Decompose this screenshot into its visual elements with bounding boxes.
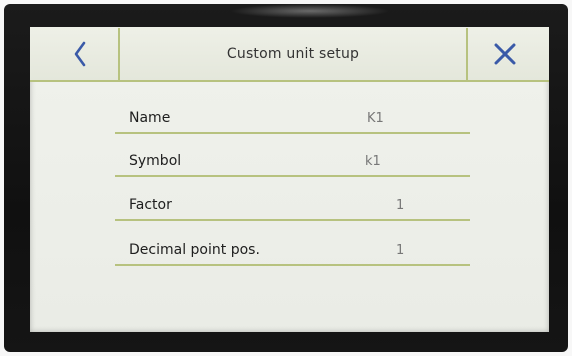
field-row-name[interactable]: Name K1	[115, 102, 470, 134]
field-row-symbol[interactable]: Symbol k1	[115, 145, 470, 177]
field-value-factor: 1	[396, 198, 405, 213]
close-icon	[493, 42, 517, 66]
device-frame: Custom unit setup Name K1 Symbol k1 Fact…	[0, 0, 572, 356]
chevron-left-icon	[73, 41, 87, 67]
field-label-decimal-point: Decimal point pos.	[129, 242, 260, 258]
field-label-symbol: Symbol	[129, 153, 182, 169]
field-row-decimal-point[interactable]: Decimal point pos. 1	[115, 234, 470, 266]
field-row-factor[interactable]: Factor 1	[115, 189, 470, 221]
glare	[230, 4, 390, 18]
field-label-name: Name	[129, 110, 171, 126]
field-value-name: K1	[367, 111, 384, 126]
field-label-factor: Factor	[129, 197, 172, 213]
field-value-decimal-point: 1	[396, 243, 405, 258]
touch-screen: Custom unit setup Name K1 Symbol k1 Fact…	[30, 27, 549, 332]
field-value-symbol: k1	[365, 154, 381, 169]
close-button[interactable]	[466, 28, 541, 80]
back-button[interactable]	[42, 28, 120, 80]
header-bar: Custom unit setup	[30, 27, 549, 82]
page-title: Custom unit setup	[226, 45, 360, 62]
